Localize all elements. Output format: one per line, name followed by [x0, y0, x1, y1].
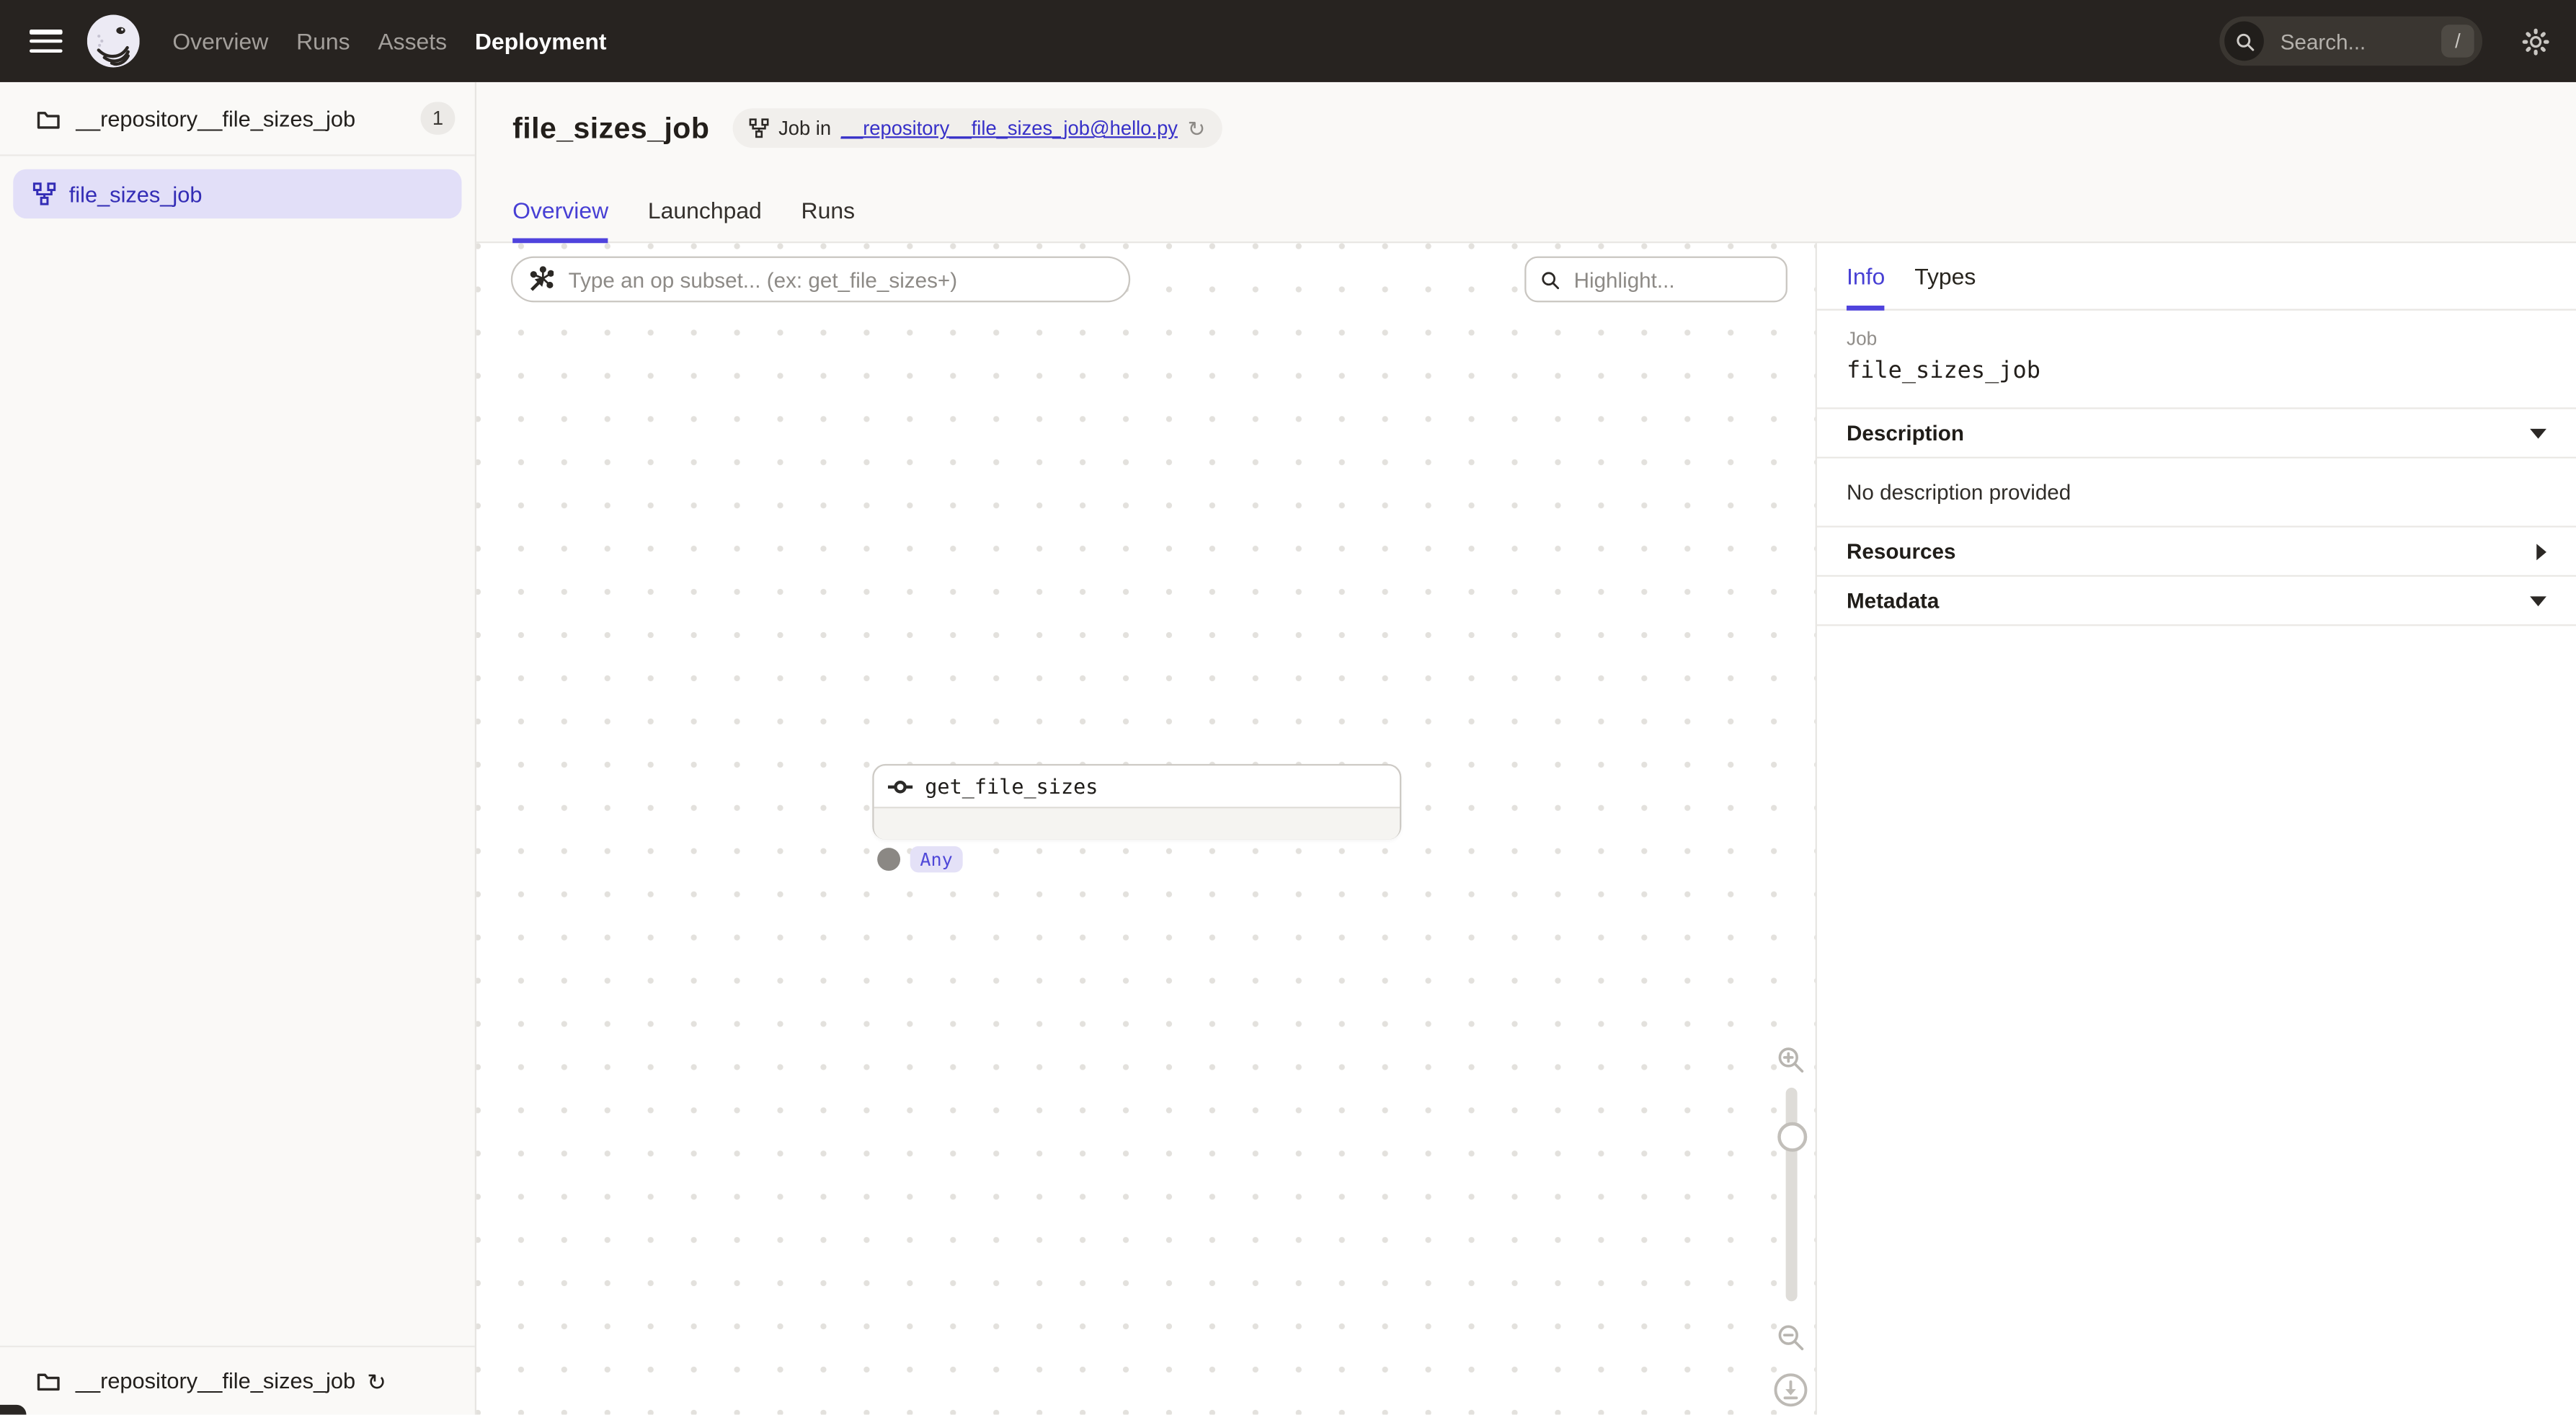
tab-launchpad[interactable]: Launchpad	[648, 198, 762, 244]
job-count-badge: 1	[421, 102, 456, 135]
panel-tab-info[interactable]: Info	[1847, 263, 1885, 311]
top-navbar: Overview Runs Assets Deployment /	[0, 0, 2576, 82]
folder-icon	[36, 107, 61, 129]
search-icon	[2224, 22, 2264, 61]
dagster-logo-icon[interactable]	[87, 15, 140, 68]
repository-group-row[interactable]: __repository__file_sizes_job 1	[0, 82, 475, 156]
zoom-in-icon[interactable]	[1776, 1045, 1806, 1075]
job-context-prefix: Job in	[778, 117, 831, 140]
op-output-handle[interactable]	[877, 848, 900, 871]
tab-overview[interactable]: Overview	[512, 198, 608, 244]
repository-link[interactable]: __repository__file_sizes_job@hello.py	[841, 117, 1178, 140]
chevron-down-icon	[2530, 428, 2546, 438]
repository-group-label: __repository__file_sizes_job	[76, 106, 421, 130]
nav-link-overview[interactable]: Overview	[172, 28, 268, 54]
nav-link-assets[interactable]: Assets	[378, 28, 447, 54]
job-field-label: Job	[1847, 330, 2546, 350]
section-resources-title: Resources	[1847, 539, 2536, 564]
left-sidebar: __repository__file_sizes_job 1 file_size…	[0, 82, 476, 1415]
hamburger-menu-icon[interactable]	[30, 30, 63, 53]
op-icon	[887, 773, 913, 799]
job-icon	[33, 182, 56, 205]
fit-view-icon[interactable]	[1772, 1372, 1808, 1408]
op-subset-selector[interactable]	[511, 257, 1130, 303]
section-metadata[interactable]: Metadata	[1817, 577, 2576, 626]
sidebar-item-label: file_sizes_job	[69, 182, 203, 206]
highlight-search[interactable]	[1524, 257, 1787, 303]
folder-icon	[36, 1370, 61, 1392]
zoom-out-icon[interactable]	[1776, 1323, 1806, 1352]
panel-tab-types[interactable]: Types	[1914, 263, 1976, 311]
zoom-slider-handle[interactable]	[1777, 1122, 1807, 1152]
panel-tabs: Info Types	[1817, 243, 2576, 310]
dagster-app: Overview Runs Assets Deployment /	[0, 0, 2576, 1415]
section-metadata-title: Metadata	[1847, 588, 2530, 613]
reload-repository-icon[interactable]: ↻	[367, 1370, 386, 1393]
settings-gear-icon[interactable]	[2522, 27, 2550, 56]
op-node-body	[874, 807, 1400, 840]
corner-artifact	[0, 1405, 26, 1415]
job-context-pill: Job in __repository__file_sizes_job@hell…	[732, 108, 1222, 148]
search-input[interactable]	[2277, 27, 2428, 56]
sidebar-item-file-sizes-job[interactable]: file_sizes_job	[13, 169, 461, 218]
page-title: file_sizes_job	[512, 111, 709, 146]
description-body: No description provided	[1817, 458, 2576, 528]
chevron-right-icon	[2536, 543, 2546, 559]
section-description[interactable]: Description	[1817, 409, 2576, 458]
section-resources[interactable]: Resources	[1817, 528, 2576, 577]
info-panel: Info Types Job file_sizes_job Descriptio…	[1817, 243, 2576, 1414]
job-info-block: Job file_sizes_job	[1817, 311, 2576, 409]
op-graph-canvas[interactable]: get_file_sizes Any	[476, 243, 1816, 1414]
op-node-label: get_file_sizes	[925, 774, 1098, 799]
primary-nav: Overview Runs Assets Deployment	[172, 28, 606, 54]
search-icon	[1540, 269, 1561, 290]
op-node-get-file-sizes[interactable]: get_file_sizes	[872, 764, 1401, 840]
chevron-down-icon	[2530, 595, 2546, 606]
refresh-icon[interactable]: ↻	[1188, 117, 1206, 139]
job-icon	[749, 118, 768, 138]
job-field-value: file_sizes_job	[1847, 358, 2546, 384]
zoom-slider-track[interactable]	[1786, 1088, 1798, 1301]
global-search[interactable]: /	[2219, 17, 2482, 66]
op-selector-icon	[528, 266, 554, 292]
sidebar-footer-repository: __repository__file_sizes_job ↻	[0, 1346, 475, 1415]
output-type-badge[interactable]: Any	[910, 846, 963, 872]
nav-link-runs[interactable]: Runs	[296, 28, 350, 54]
job-page-header: file_sizes_job Job in __repository__file…	[476, 82, 2576, 243]
tab-runs[interactable]: Runs	[801, 198, 856, 244]
highlight-input[interactable]	[1571, 265, 1758, 293]
section-description-title: Description	[1847, 421, 2530, 445]
search-shortcut-badge: /	[2441, 25, 2474, 58]
sidebar-footer-label: __repository__file_sizes_job	[76, 1369, 355, 1393]
nav-link-deployment[interactable]: Deployment	[475, 28, 607, 54]
job-tabs: Overview Launchpad Runs	[512, 198, 855, 244]
op-subset-input[interactable]	[565, 265, 1098, 293]
